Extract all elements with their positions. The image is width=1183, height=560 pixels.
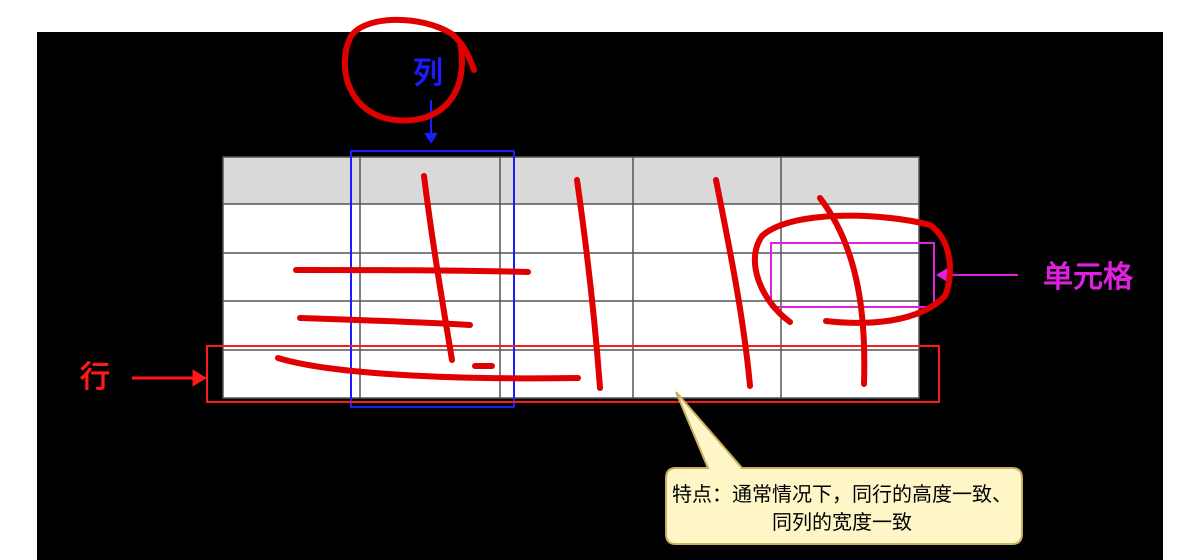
row-label: 行 (80, 360, 110, 395)
handwritten-circle-around-column-label (341, 16, 477, 124)
handwritten-stroke (293, 267, 531, 275)
table-diagram (132, 16, 1023, 545)
row-arrow (132, 369, 207, 387)
callout-text: 特点：通常情况下，同行的高度一致、同列的宽度一致 (672, 482, 1012, 534)
cell-label: 单元格 (1043, 260, 1133, 295)
table (222, 156, 920, 399)
column-arrow (424, 100, 438, 144)
column-label: 列 (413, 56, 443, 91)
header-row (223, 157, 919, 204)
